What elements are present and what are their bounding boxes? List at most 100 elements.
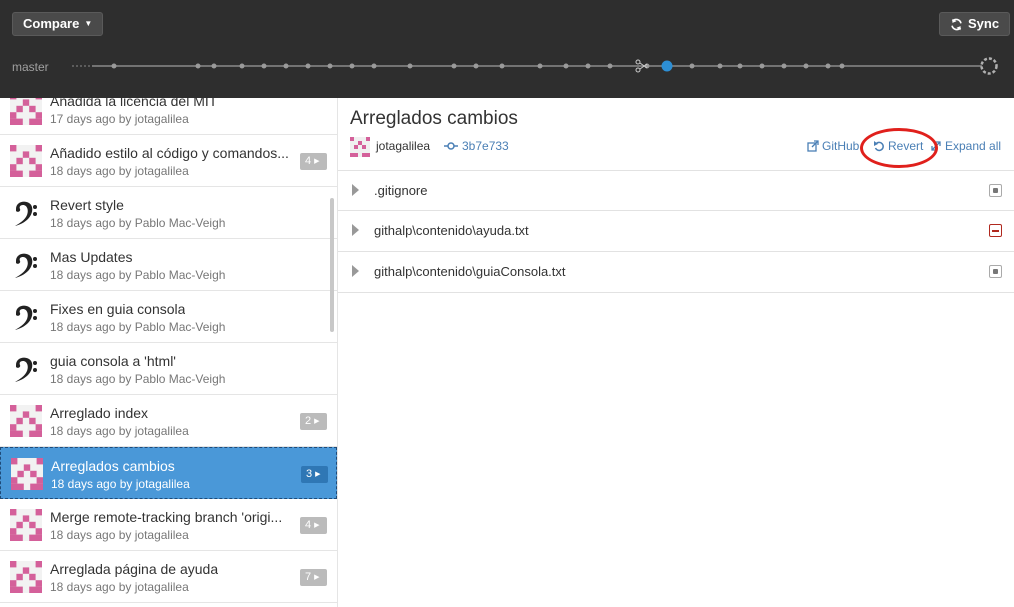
commit-meta: 18 days ago by jotagalilea (50, 164, 189, 178)
file-count: 7 (305, 571, 312, 583)
bass-clef-avatar-icon (10, 197, 42, 229)
scrollbar[interactable] (330, 198, 334, 332)
branch-name: master (12, 60, 49, 74)
commit-title: Arreglados cambios (350, 108, 518, 129)
identicon-avatar (10, 98, 42, 125)
timeline-commit-dot[interactable] (371, 63, 377, 69)
compare-button[interactable]: Compare ▼ (12, 12, 104, 36)
chevron-right-icon: ▶ (315, 471, 321, 478)
view-on-github-link[interactable]: GitHub (807, 139, 859, 153)
sync-icon (951, 18, 962, 30)
expand-arrow-icon[interactable] (352, 224, 359, 236)
sync-button[interactable]: Sync (939, 12, 1011, 36)
timeline-commit-dot[interactable] (211, 63, 217, 69)
file-row[interactable]: githalp\contenido\guiaConsola.txt (338, 252, 1014, 293)
timeline-selected-commit[interactable] (661, 60, 673, 72)
timeline-commit-dot[interactable] (283, 63, 289, 69)
commit-icon (444, 142, 458, 150)
commit-list-item[interactable]: Fixes en guia consola 18 days ago by Pabl… (0, 291, 337, 343)
file-row[interactable]: githalp\contenido\ayuda.txt (338, 211, 1014, 252)
commit-list-item[interactable]: Mas Updates 18 days ago by Pablo Mac-Veig… (0, 239, 337, 291)
commit-meta: 18 days ago by Pablo Mac-Veigh (50, 372, 226, 386)
commit-list-item[interactable]: Revert style 18 days ago by Pablo Mac-Vei… (0, 187, 337, 239)
commit-summary: Añadida la licencia del MIT (50, 98, 218, 109)
file-name: githalp\contenido\ayuda.txt (374, 223, 529, 238)
bass-clef-avatar-icon (10, 301, 42, 333)
timeline-commit-dot[interactable] (473, 63, 479, 69)
commit-list-item[interactable]: Merge remote-tracking branch 'origi... 18… (0, 499, 337, 551)
expand-arrow-icon[interactable] (352, 184, 359, 196)
github-label: GitHub (822, 139, 860, 153)
timeline-commit-dot[interactable] (563, 63, 569, 69)
external-link-icon (807, 140, 819, 152)
commit-summary: guia consola a 'html' (50, 353, 176, 369)
expand-all-button[interactable]: Expand all (930, 139, 1001, 153)
timeline-commit-dot[interactable] (407, 63, 413, 69)
commit-summary: Mas Updates (50, 249, 133, 265)
timeline-commit-dot[interactable] (759, 63, 765, 69)
chevron-right-icon: ▶ (314, 522, 320, 529)
timeline-commit-dot[interactable] (537, 63, 543, 69)
timeline-commit-dot[interactable] (451, 63, 457, 69)
file-count-badge[interactable]: 7 ▶ (300, 569, 327, 586)
commit-list-item[interactable]: Añadido estilo al código y comandos... 18… (0, 135, 337, 187)
timeline-commit-dot[interactable] (585, 63, 591, 69)
timeline-end-marker (980, 57, 998, 75)
identicon-avatar (11, 458, 43, 490)
author-avatar (350, 137, 370, 157)
commit-list-item[interactable]: guia consola a 'html' 18 days ago by Pabl… (0, 343, 337, 395)
author-name: jotagalilea (376, 139, 431, 153)
caret-down-icon: ▼ (84, 19, 93, 28)
timeline-commit-dot[interactable] (195, 63, 201, 69)
timeline-commit-dot[interactable] (803, 63, 809, 69)
commit-summary: Arreglados cambios (51, 458, 175, 474)
timeline-commit-dot[interactable] (305, 63, 311, 69)
commit-meta: 18 days ago by Pablo Mac-Veigh (50, 268, 226, 282)
chevron-right-icon: ▶ (314, 158, 320, 165)
identicon-avatar (10, 145, 42, 177)
chevron-right-icon: ▶ (314, 418, 320, 425)
timeline-commit-dot[interactable] (781, 63, 787, 69)
file-row[interactable]: .gitignore (338, 170, 1014, 211)
timeline-commit-dot[interactable] (261, 63, 267, 69)
modified-status-icon (989, 265, 1002, 278)
sha-label: 3b7e733 (462, 139, 509, 153)
file-count: 4 (305, 519, 312, 531)
identicon-avatar (10, 509, 42, 541)
timeline-commit-dot[interactable] (717, 63, 723, 69)
file-count: 2 (305, 415, 312, 427)
commit-list-item[interactable]: Arreglado index 18 days ago by jotagalile… (0, 395, 337, 447)
file-count-badge[interactable]: 4 ▶ (300, 153, 327, 170)
chevron-right-icon: ▶ (314, 574, 320, 581)
file-count-badge[interactable]: 3 ▶ (301, 466, 328, 483)
file-count-badge[interactable]: 2 ▶ (300, 413, 327, 430)
sha-link[interactable]: 3b7e733 (444, 139, 509, 153)
commit-list-item[interactable]: Arreglados cambios 18 days ago by jotagal… (0, 447, 337, 499)
commit-meta: 18 days ago by jotagalilea (50, 424, 189, 438)
timeline-commit-dot[interactable] (839, 63, 845, 69)
commit-meta: 18 days ago by jotagalilea (51, 477, 190, 491)
expand-label: Expand all (945, 139, 1002, 153)
deleted-status-icon (989, 224, 1002, 237)
timeline-commit-dot[interactable] (737, 63, 743, 69)
identicon-avatar (10, 405, 42, 437)
commit-detail: Arreglados cambios jotagalilea 3b7e733 G… (338, 98, 1014, 607)
commit-list-item[interactable]: Añadida la licencia del MIT 17 days ago b… (0, 98, 337, 135)
commit-list-item[interactable]: Arreglada página de ayuda 18 days ago by … (0, 551, 337, 603)
timeline-commit-dot[interactable] (239, 63, 245, 69)
expand-arrow-icon[interactable] (352, 265, 359, 277)
timeline-commit-dot[interactable] (689, 63, 695, 69)
commit-summary: Añadido estilo al código y comandos... (50, 145, 289, 161)
commit-summary: Merge remote-tracking branch 'origi... (50, 509, 283, 525)
history-timeline[interactable] (72, 56, 1002, 76)
timeline-commit-dot[interactable] (111, 63, 117, 69)
timeline-commit-dot[interactable] (499, 63, 505, 69)
timeline-commit-dot[interactable] (327, 63, 333, 69)
timeline-commit-dot[interactable] (607, 63, 613, 69)
file-count-badge[interactable]: 4 ▶ (300, 517, 327, 534)
commit-meta: 18 days ago by Pablo Mac-Veigh (50, 216, 226, 230)
bass-clef-avatar-icon (10, 353, 42, 385)
timeline-commit-dot[interactable] (825, 63, 831, 69)
timeline-commit-dot[interactable] (349, 63, 355, 69)
file-name: .gitignore (374, 183, 428, 198)
